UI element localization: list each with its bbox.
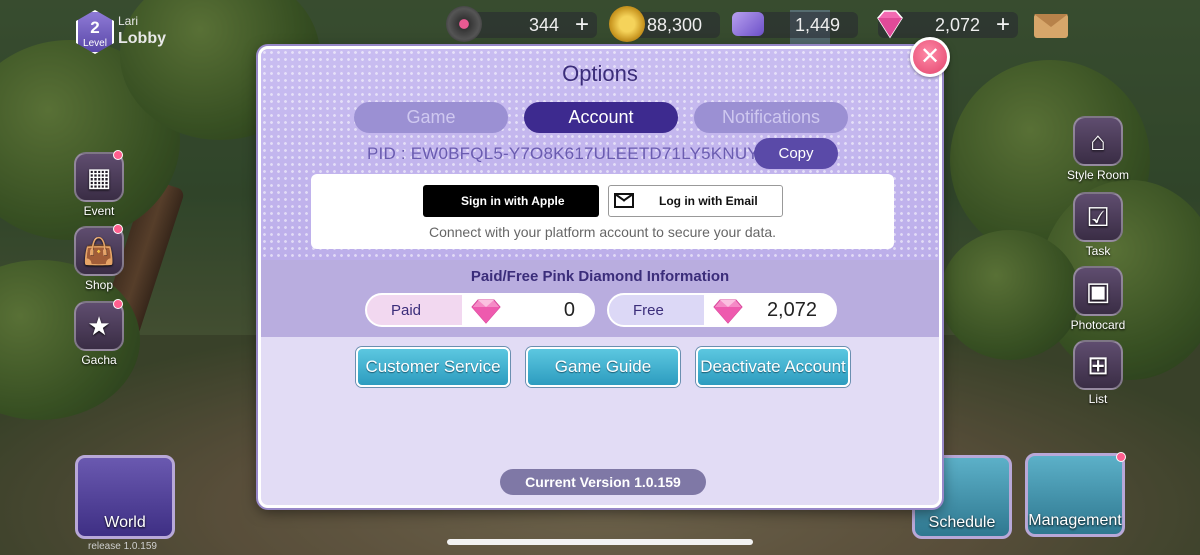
record-icon xyxy=(446,6,482,42)
email-login-button[interactable]: Log in with Email xyxy=(608,185,783,217)
add-diamond-button[interactable]: + xyxy=(996,11,1010,39)
level-badge: 2 Level xyxy=(76,10,114,54)
diamond-info-panel: Paid/Free Pink Diamond Information Paid … xyxy=(261,260,939,337)
management-label: Management xyxy=(1028,512,1122,529)
customer-service-button[interactable]: Customer Service xyxy=(356,347,510,387)
free-value: 2,072 xyxy=(766,299,817,321)
game-guide-button[interactable]: Game Guide xyxy=(526,347,680,387)
copy-button[interactable]: Copy xyxy=(754,138,838,169)
style-room-label: Style Room xyxy=(1066,168,1130,182)
shop-button[interactable]: 👜 Shop xyxy=(71,224,127,292)
tab-account[interactable]: Account xyxy=(524,102,678,133)
add-record-button[interactable]: + xyxy=(575,11,589,39)
grid-icon: ⊞ xyxy=(1073,340,1123,390)
hanger-icon: ⌂ xyxy=(1073,116,1123,166)
free-label: Free xyxy=(633,302,664,319)
world-button[interactable]: World xyxy=(75,455,175,539)
management-button[interactable]: Management xyxy=(1025,452,1126,537)
record-counter[interactable]: 344 + xyxy=(446,6,597,42)
home-indicator[interactable] xyxy=(447,539,753,545)
mail-icon[interactable] xyxy=(1034,14,1068,38)
level-number: 2 xyxy=(90,18,100,37)
bp-value: 1,449 xyxy=(794,15,840,35)
paid-diamond-field: Paid 0 xyxy=(365,293,595,327)
diamond-counter[interactable]: 2,072 + xyxy=(877,10,1018,39)
link-account-note: Connect with your platform account to se… xyxy=(428,224,777,240)
task-button[interactable]: ☑ Task xyxy=(1070,192,1126,258)
diamond-value: 2,072 xyxy=(934,15,980,35)
photocard-label: Photocard xyxy=(1070,318,1126,332)
pink-diamond-icon xyxy=(471,299,501,324)
paid-label: Paid xyxy=(391,302,422,319)
notification-dot xyxy=(1116,452,1126,462)
notification-dot xyxy=(113,299,123,309)
event-label: Event xyxy=(83,204,115,218)
clipboard-icon: ☑ xyxy=(1073,192,1123,242)
release-version: release 1.0.159 xyxy=(88,541,157,552)
close-icon[interactable]: ✕ xyxy=(910,37,950,77)
pink-diamond-icon xyxy=(877,10,903,39)
current-location: Lobby xyxy=(118,30,166,47)
player-name: Lari xyxy=(118,14,139,28)
shop-label: Shop xyxy=(84,278,114,292)
tab-notifications[interactable]: Notifications xyxy=(694,102,848,133)
tab-game[interactable]: Game xyxy=(354,102,508,133)
coin-icon xyxy=(609,6,645,42)
list-label: List xyxy=(1088,392,1108,406)
player-id: PID : EW0BFQL5-Y7O8K617ULEETD71LY5KNUY xyxy=(367,144,759,163)
deactivate-account-button[interactable]: Deactivate Account xyxy=(696,347,850,387)
email-button-label: Log in with Email xyxy=(659,194,758,208)
bp-counter[interactable]: 1,449 xyxy=(732,12,858,38)
paid-value: 0 xyxy=(563,299,575,321)
player-info[interactable]: 2 Level Lari Lobby xyxy=(76,10,246,54)
bp-ticket-icon xyxy=(732,12,764,36)
gacha-label: Gacha xyxy=(81,353,117,367)
envelope-icon xyxy=(614,193,634,208)
apple-button-label: Sign in with Apple xyxy=(461,194,565,208)
options-dialog: Options Game Account Notifications PID :… xyxy=(258,46,942,508)
gacha-button[interactable]: ★ Gacha xyxy=(71,299,127,367)
dialog-title: Options xyxy=(562,61,638,86)
coin-value: 88,300 xyxy=(646,15,702,35)
notification-dot xyxy=(113,150,123,160)
world-label: World xyxy=(104,514,146,531)
sign-in-apple-button[interactable]: Sign in with Apple xyxy=(423,185,599,217)
pink-diamond-icon xyxy=(713,299,743,324)
notification-dot xyxy=(113,224,123,234)
photocard-icon: ▣ xyxy=(1073,266,1123,316)
task-label: Task xyxy=(1085,244,1111,258)
level-label: Level xyxy=(83,38,107,49)
current-version: Current Version 1.0.159 xyxy=(500,469,706,495)
schedule-label: Schedule xyxy=(928,514,996,531)
photocard-button[interactable]: ▣ Photocard xyxy=(1066,266,1130,332)
diamond-info-title: Paid/Free Pink Diamond Information xyxy=(470,268,730,285)
record-value: 344 xyxy=(528,15,559,35)
list-button[interactable]: ⊞ List xyxy=(1070,340,1126,406)
free-diamond-field: Free 2,072 xyxy=(607,293,837,327)
account-link-panel: Sign in with Apple Log in with Email Con… xyxy=(311,174,894,249)
coin-counter[interactable]: 88,300 xyxy=(609,6,720,42)
style-room-button[interactable]: ⌂ Style Room xyxy=(1066,116,1130,182)
event-button[interactable]: ▦ Event xyxy=(71,150,127,218)
